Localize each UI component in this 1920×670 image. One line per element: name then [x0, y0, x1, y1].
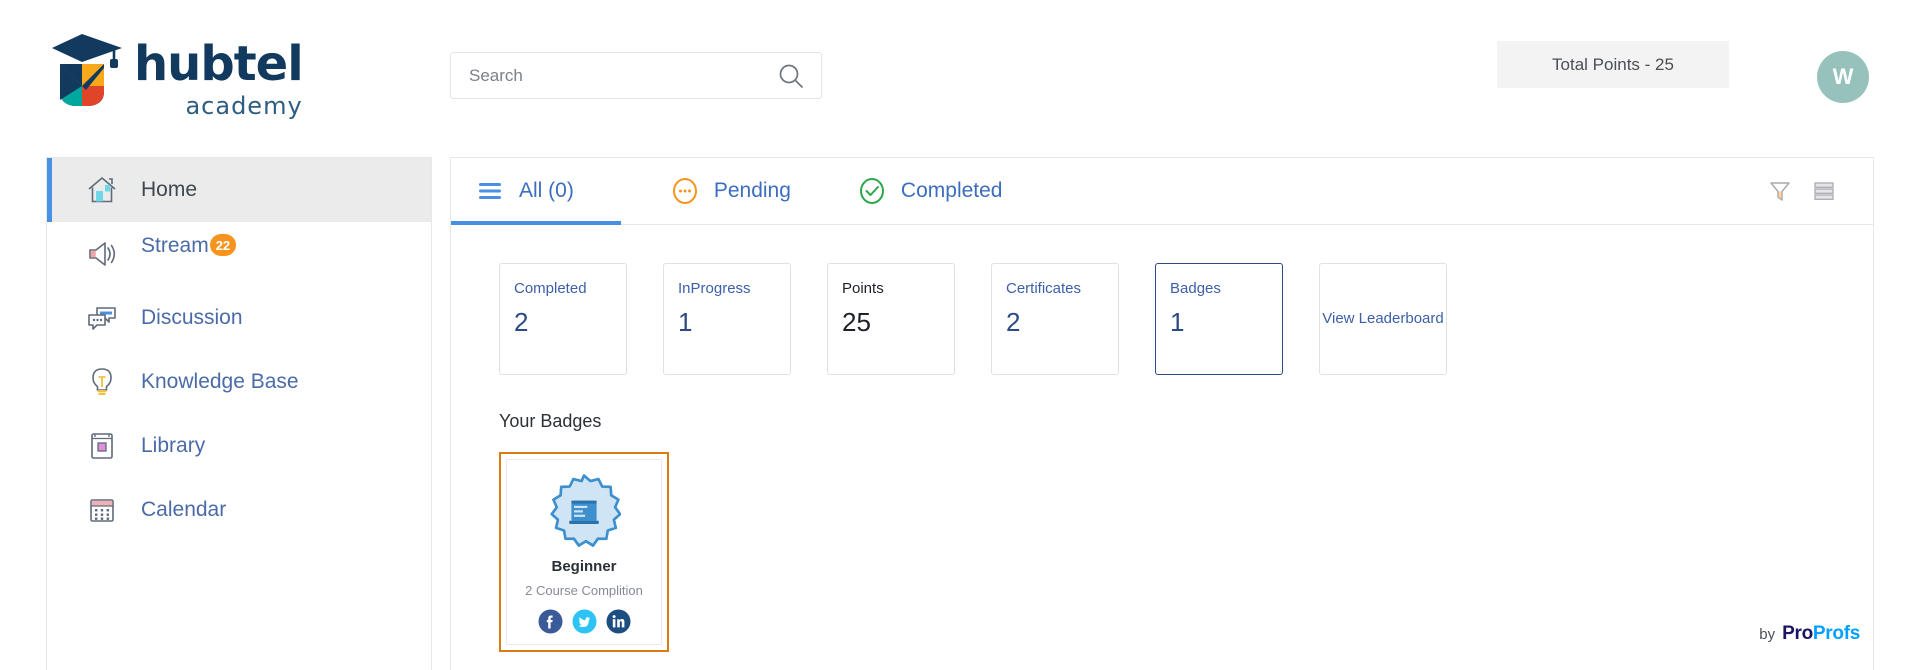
megaphone-icon — [85, 237, 119, 271]
app-header: hubtel academy Total Points - 25 W — [0, 0, 1920, 148]
book-icon — [85, 429, 119, 463]
stat-card-value: 2 — [514, 307, 529, 337]
view-leaderboard-card[interactable]: View Leaderboard — [1319, 263, 1447, 375]
stat-card-value: 25 — [842, 307, 871, 337]
main-panel: All (0) Pending Completed Completed 2 In… — [450, 157, 1874, 670]
filter-funnel-icon[interactable] — [1767, 178, 1793, 204]
sidebar-item-library[interactable]: Library — [47, 414, 431, 478]
calendar-icon — [85, 493, 119, 527]
stat-card-value: 1 — [1170, 307, 1185, 337]
footer-by-label: by — [1759, 626, 1776, 643]
badge-social-share — [538, 609, 631, 634]
tab-label: All (0) — [519, 179, 574, 202]
footer-brand: by Pro Profs — [1759, 623, 1860, 645]
hamburger-list-icon — [475, 176, 505, 206]
lightbulb-icon — [85, 365, 119, 399]
sidebar-item-calendar[interactable]: Calendar — [47, 478, 431, 542]
stat-card-inprogress[interactable]: InProgress 1 — [663, 263, 791, 375]
stat-card-label: Points — [842, 280, 884, 297]
footer-brand-pro: Pro — [1782, 623, 1813, 644]
stat-card-label: Certificates — [1006, 280, 1082, 297]
home-icon — [85, 173, 119, 207]
stat-card-label: Badges — [1170, 280, 1221, 297]
logo-subtext: academy — [185, 92, 303, 120]
search-input[interactable] — [467, 53, 757, 98]
certificate-badge-icon — [547, 474, 622, 548]
tab-pending[interactable]: Pending — [670, 158, 791, 224]
badge-card-inner: Beginner 2 Course Complition — [506, 459, 662, 645]
stat-cards: Completed 2 InProgress 1 Points 25 Certi… — [451, 225, 1873, 375]
footer-brand-profs: Profs — [1812, 623, 1860, 644]
search-icon[interactable] — [777, 62, 805, 90]
tab-label: Completed — [900, 179, 1003, 202]
stat-card-badges[interactable]: Badges 1 — [1155, 263, 1283, 375]
list-view-icon[interactable] — [1811, 178, 1837, 204]
logo-wordmark: hubtel — [134, 36, 304, 92]
stat-card-label: InProgress — [678, 280, 751, 297]
stat-card-completed[interactable]: Completed 2 — [499, 263, 627, 375]
twitter-share-icon[interactable] — [572, 609, 597, 634]
brand-logo[interactable]: hubtel academy — [50, 28, 304, 120]
graduation-cap-logo-icon — [52, 34, 122, 106]
sidebar: Home Stream 22 Discussion Knowledge Base… — [46, 157, 432, 670]
sidebar-item-stream[interactable]: Stream 22 — [47, 222, 431, 286]
tab-all[interactable]: All (0) — [451, 158, 621, 225]
chat-bubbles-icon — [85, 301, 119, 335]
sidebar-item-knowledge-base[interactable]: Knowledge Base — [47, 350, 431, 414]
tab-completed[interactable]: Completed — [857, 158, 1003, 224]
search-bar[interactable] — [450, 52, 822, 99]
your-badges-title: Your Badges — [499, 411, 602, 431]
tab-label: Pending — [713, 179, 791, 202]
tab-bar-tools — [1767, 178, 1837, 204]
page-root: hubtel academy Total Points - 25 W — [0, 0, 1920, 670]
sidebar-item-label: Knowledge Base — [141, 370, 299, 393]
sidebar-item-label: Discussion — [141, 306, 243, 329]
sidebar-item-discussion[interactable]: Discussion — [47, 286, 431, 350]
check-circle-icon — [857, 176, 887, 206]
facebook-share-icon[interactable] — [538, 609, 563, 634]
stat-card-label: Completed — [514, 280, 587, 297]
linkedin-share-icon[interactable] — [606, 609, 631, 634]
stat-card-points[interactable]: Points 25 — [827, 263, 955, 375]
sidebar-item-label: Stream — [141, 234, 209, 257]
sidebar-item-label: Home — [141, 178, 198, 201]
sidebar-item-label: Calendar — [141, 498, 227, 521]
sidebar-stream-count-badge: 22 — [209, 234, 237, 256]
pending-dots-circle-icon — [670, 176, 700, 206]
stat-card-value: 1 — [678, 307, 693, 337]
sidebar-item-home[interactable]: Home — [47, 158, 431, 222]
sidebar-item-label: Library — [141, 434, 206, 457]
stat-card-value: 2 — [1006, 307, 1021, 337]
total-points-badge: Total Points - 25 — [1497, 41, 1729, 88]
stat-card-certificates[interactable]: Certificates 2 — [991, 263, 1119, 375]
view-leaderboard-label: View Leaderboard — [1322, 309, 1444, 327]
badge-card[interactable]: Beginner 2 Course Complition — [499, 452, 669, 652]
avatar[interactable]: W — [1817, 51, 1869, 103]
badge-name: Beginner — [551, 558, 617, 575]
tab-bar: All (0) Pending Completed — [451, 158, 1873, 225]
badge-description: 2 Course Complition — [525, 583, 643, 598]
